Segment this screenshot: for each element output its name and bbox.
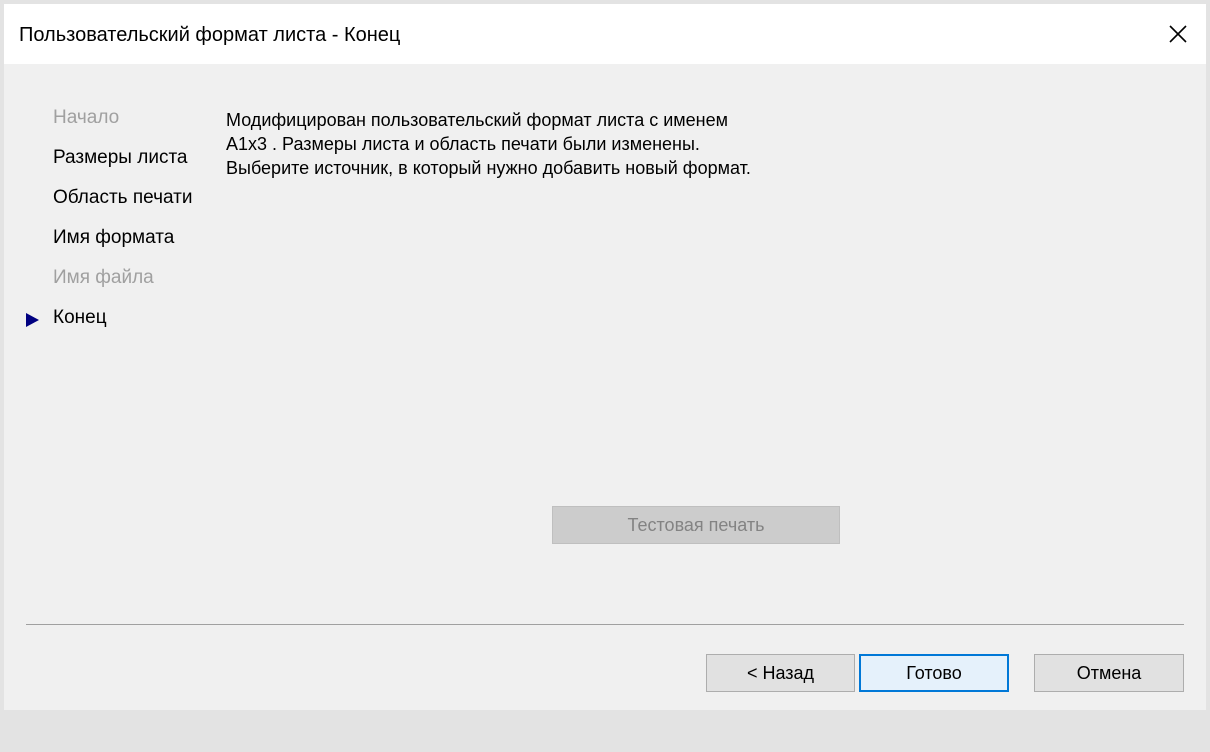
close-icon: [1169, 25, 1187, 43]
step-finish[interactable]: Конец: [53, 306, 107, 330]
separator: [26, 624, 1184, 625]
wizard-dialog: Пользовательский формат листа - Конец На…: [4, 4, 1206, 710]
cancel-button[interactable]: Отмена: [1034, 654, 1184, 692]
triangle-right-icon: [26, 313, 39, 327]
step-start: Начало: [53, 107, 120, 128]
step-file-name: Имя файла: [53, 267, 154, 288]
message-line-2: A1x3 . Размеры листа и область печати бы…: [226, 134, 700, 154]
result-message: Модифицирован пользовательский формат ли…: [226, 108, 886, 180]
message-line-1: Модифицирован пользовательский формат ли…: [226, 110, 728, 130]
finish-button[interactable]: Готово: [859, 654, 1009, 692]
step-format-name[interactable]: Имя формата: [53, 226, 174, 250]
window-title: Пользовательский формат листа - Конец: [19, 24, 401, 46]
message-line-3: Выберите источник, в который нужно добав…: [226, 158, 751, 178]
close-button[interactable]: [1160, 16, 1196, 52]
step-sheet-size[interactable]: Размеры листа: [53, 146, 188, 170]
step-print-area[interactable]: Область печати: [53, 186, 192, 210]
title-bar: Пользовательский формат листа - Конец: [4, 4, 1206, 64]
test-print-button: Тестовая печать: [552, 506, 840, 544]
back-button[interactable]: < Назад: [706, 654, 855, 692]
